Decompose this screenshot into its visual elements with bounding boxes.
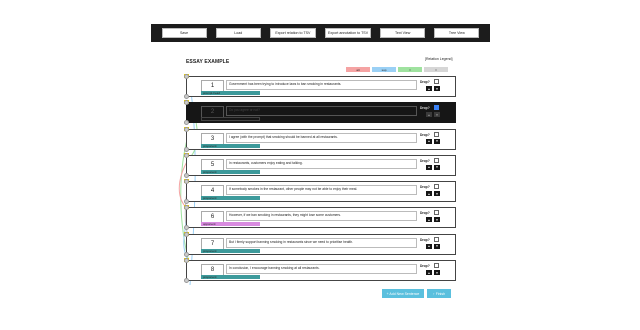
- link-handle-top[interactable]: [184, 152, 189, 158]
- reorder-arrows: ▲ ▼: [426, 86, 440, 91]
- link-handle-bottom[interactable]: [184, 251, 189, 257]
- link-handle-bottom[interactable]: [184, 146, 189, 152]
- link-handle-bottom[interactable]: [184, 278, 189, 284]
- sentence-row[interactable]: 7 But I firmly support banning smoking in…: [184, 231, 456, 257]
- stance-tag-select[interactable]: proponent: [201, 196, 260, 201]
- toolbar: Save Load Export relation to TSV Export …: [151, 24, 490, 42]
- reorder-arrows: ▲ ▼: [426, 270, 440, 276]
- text-view-button[interactable]: Text View: [380, 28, 426, 38]
- drop-checkbox[interactable]: [434, 105, 439, 111]
- sentence-row[interactable]: 6 However, if we ban smoking in restauran…: [184, 205, 456, 231]
- drop-checkbox[interactable]: [434, 157, 439, 163]
- move-down-button[interactable]: ▼: [434, 86, 440, 91]
- drop-label: Drop?: [420, 264, 430, 269]
- link-handle-top[interactable]: [184, 100, 189, 106]
- move-down-button[interactable]: ▼: [434, 243, 440, 249]
- link-handle-top[interactable]: [184, 126, 189, 132]
- stance-tag-select[interactable]: proponent: [201, 169, 260, 174]
- add-sentence-button[interactable]: + Add New Sentence: [382, 289, 424, 298]
- link-handle-top[interactable]: [184, 205, 189, 211]
- legend-item-none: =: [424, 67, 448, 72]
- save-button[interactable]: Save: [161, 28, 207, 38]
- sentence-text-field[interactable]: But I firmly support banning smoking in …: [226, 237, 417, 248]
- relation-legend-label: [Relation Legend]: [425, 57, 453, 61]
- sentence-row[interactable]: 5 In restaurants, customers enjoy eating …: [184, 152, 456, 178]
- drop-label: Drop?: [420, 106, 430, 111]
- sentence-text-field[interactable]: I agree (with the prompt) that smoking s…: [226, 132, 417, 143]
- legend-item-support: sup: [372, 67, 396, 72]
- sentence-text-field[interactable]: Government has been trying to introduce …: [226, 80, 417, 90]
- move-up-button[interactable]: ▲: [426, 243, 432, 249]
- sentence-row[interactable]: 4 If somebody smokes in the restaurant, o…: [184, 179, 456, 205]
- drop-label: Drop?: [420, 132, 430, 137]
- drop-checkbox[interactable]: [434, 236, 439, 242]
- drop-label: Drop?: [420, 185, 430, 190]
- stance-tag-select[interactable]: opponent: [201, 222, 260, 227]
- reorder-arrows: ▲ ▼: [426, 138, 440, 144]
- reorder-arrows: ▲ ▼: [426, 164, 440, 170]
- move-up-button[interactable]: ▲: [426, 138, 432, 144]
- move-down-button[interactable]: ▼: [434, 191, 440, 197]
- stance-tag-select[interactable]: proponent: [201, 248, 260, 253]
- sentence-text-field[interactable]: In restaurants, customers enjoy eating a…: [226, 158, 417, 169]
- reorder-arrows: ▲ ▼: [426, 243, 440, 249]
- essay-sentence-list: 1 Government has been trying to introduce…: [184, 74, 456, 286]
- move-down-button[interactable]: ▼: [434, 270, 440, 276]
- drop-label: Drop?: [420, 80, 430, 84]
- reorder-arrows: ▲ ▼: [426, 191, 440, 197]
- essay-title: ESSAY EXAMPLE: [186, 59, 230, 65]
- sentence-row[interactable]: 1 Government has been trying to introduce…: [184, 74, 456, 99]
- stance-tag-select[interactable]: [201, 117, 260, 122]
- sentence-text-field[interactable]: However, if we ban smoking in restaurant…: [226, 211, 417, 222]
- sentence-text-field[interactable]: Do you agree or not?: [226, 106, 417, 117]
- move-up-button[interactable]: ▲: [426, 270, 432, 276]
- drop-checkbox[interactable]: [434, 184, 439, 190]
- sentence-text-field[interactable]: If somebody smokes in the restaurant, ot…: [226, 185, 417, 196]
- link-handle-bottom[interactable]: [184, 225, 189, 231]
- sentence-row[interactable]: 8 In conclusion, I encourage banning smok…: [184, 258, 456, 284]
- stance-tag-select[interactable]: proponent: [201, 275, 260, 280]
- drop-checkbox[interactable]: [434, 79, 439, 84]
- move-down-button[interactable]: ▼: [434, 112, 440, 118]
- drop-label: Drop?: [420, 237, 430, 242]
- relation-legend: att sup = =: [346, 67, 448, 72]
- link-handle-top[interactable]: [184, 231, 189, 237]
- legend-item-equal: =: [398, 67, 422, 72]
- legend-item-attack: att: [346, 67, 370, 72]
- link-handle-bottom[interactable]: [184, 94, 189, 99]
- drop-checkbox[interactable]: [434, 210, 439, 216]
- move-up-button[interactable]: ▲: [426, 191, 432, 197]
- move-up-button[interactable]: ▲: [426, 164, 432, 170]
- tree-view-button[interactable]: Tree View: [434, 28, 480, 38]
- move-up-button[interactable]: ▲: [426, 217, 432, 223]
- link-handle-top[interactable]: [184, 74, 189, 79]
- drop-checkbox[interactable]: [434, 263, 439, 269]
- link-handle-bottom[interactable]: [184, 199, 189, 205]
- drop-label: Drop?: [420, 211, 430, 216]
- move-down-button[interactable]: ▼: [434, 217, 440, 223]
- reorder-arrows: ▲ ▼: [426, 217, 440, 223]
- move-down-button[interactable]: ▼: [434, 138, 440, 144]
- stance-tag-select[interactable]: prompt-head: [201, 91, 260, 95]
- move-down-button[interactable]: ▼: [434, 164, 440, 170]
- sentence-text-field[interactable]: In conclusion, I encourage banning smoki…: [226, 264, 417, 275]
- link-handle-bottom[interactable]: [184, 120, 189, 126]
- link-handle-bottom[interactable]: [184, 172, 189, 178]
- export-relation-tsv-button[interactable]: Export relation to TSV: [269, 28, 316, 38]
- drop-label: Drop?: [420, 158, 430, 163]
- load-button[interactable]: Load: [215, 28, 261, 38]
- export-annotation-tsv-button[interactable]: Export annotation to TSV: [325, 28, 372, 38]
- sentence-row[interactable]: 3I agree (with the prompt) that smoking …: [184, 126, 456, 152]
- stance-tag-select[interactable]: proponent: [201, 143, 260, 148]
- drop-checkbox[interactable]: [434, 131, 439, 137]
- link-handle-top[interactable]: [184, 258, 189, 264]
- move-up-button[interactable]: ▲: [426, 112, 432, 118]
- finish-button[interactable]: ↑ Finish: [427, 289, 451, 298]
- reorder-arrows: ▲ ▼: [426, 112, 440, 118]
- link-handle-top[interactable]: [184, 179, 189, 185]
- move-up-button[interactable]: ▲: [426, 86, 432, 91]
- sentence-row[interactable]: 2 Do you agree or not? Drop? ▲ ▼: [184, 100, 456, 126]
